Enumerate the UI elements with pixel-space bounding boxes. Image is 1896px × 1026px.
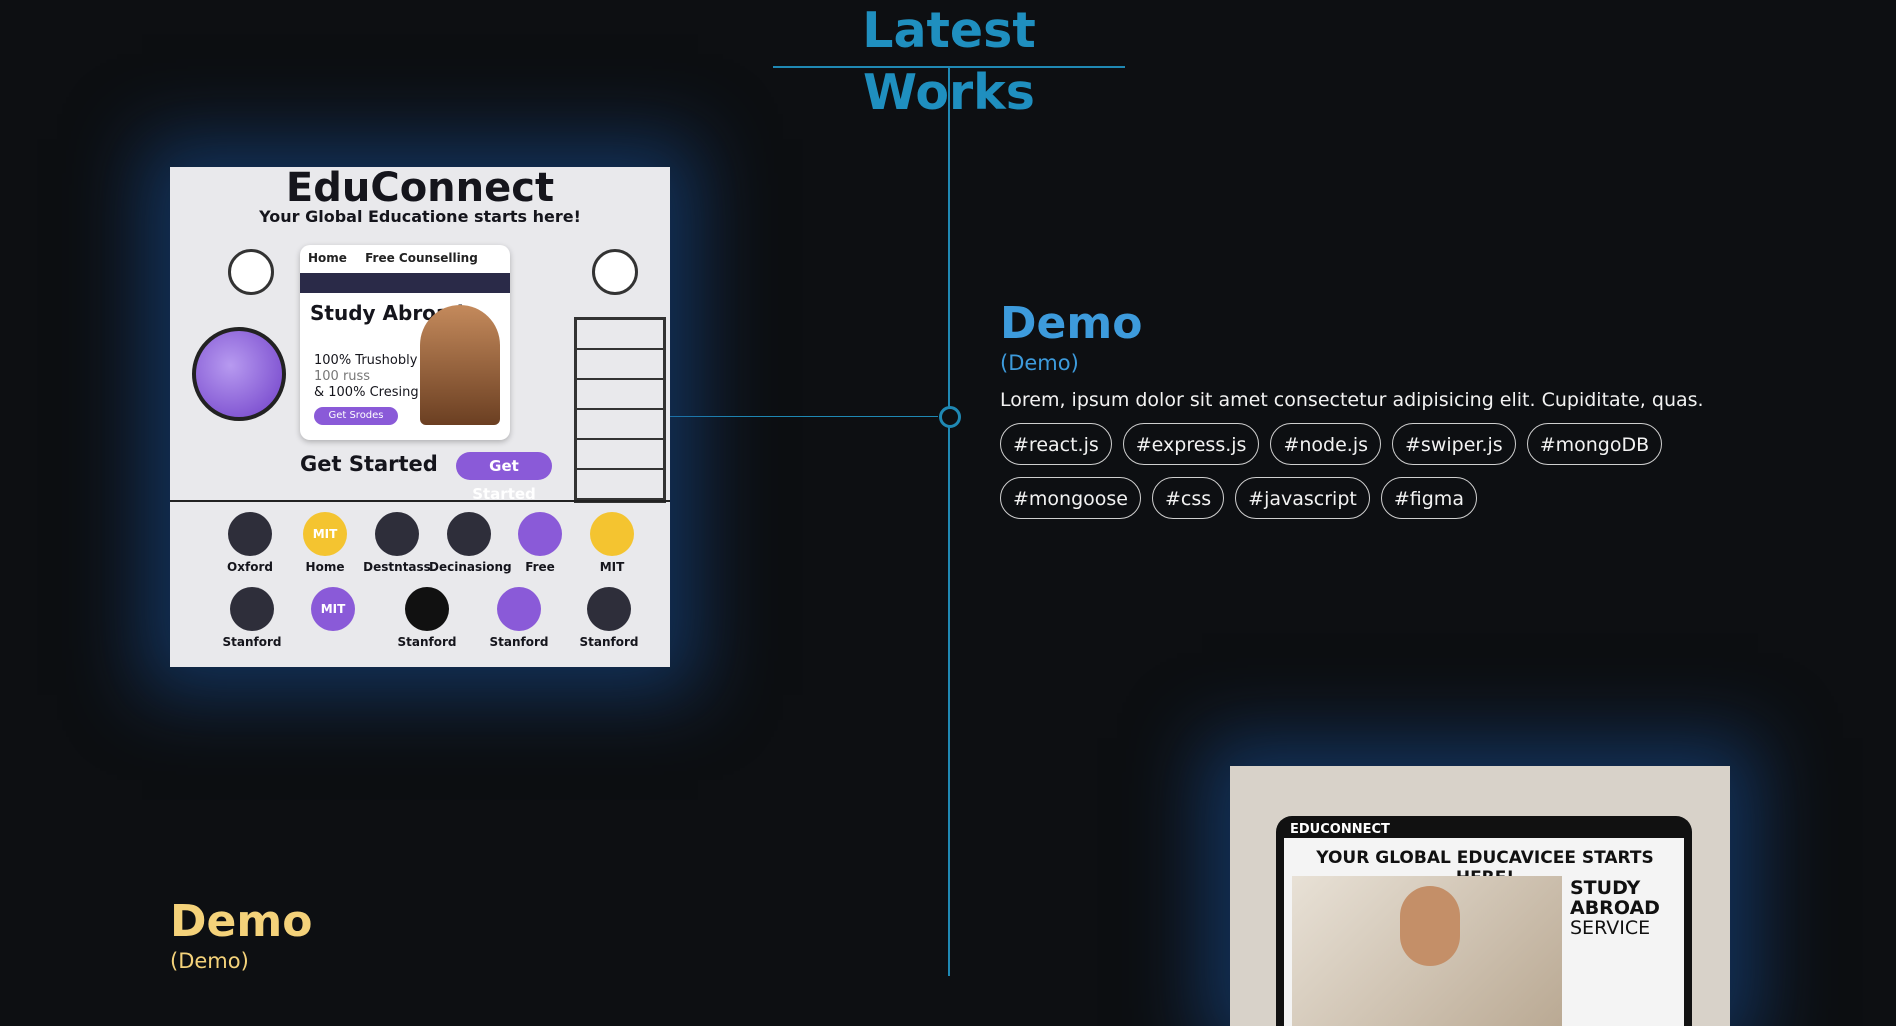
university-icon (590, 512, 634, 556)
thumb-cta: Get Started (300, 452, 438, 476)
thumb2-side-line: ABROAD (1570, 897, 1660, 919)
tag-pill[interactable]: #express.js (1122, 423, 1260, 465)
timeline-connector (670, 416, 938, 417)
thumb2-side-line: SERVICE (1570, 917, 1651, 939)
university-label: Stanford (222, 635, 282, 649)
timeline-node (939, 406, 961, 428)
university-label: Stanford (579, 635, 639, 649)
thumb-nav-home: Home (308, 251, 347, 265)
university-label: Stanford (397, 635, 457, 649)
university-label: Oxford (227, 560, 273, 574)
project-title[interactable]: Demo (170, 895, 312, 949)
project-subtitle: (Demo) (1000, 351, 1079, 375)
tag-pill[interactable]: #javascript (1235, 477, 1370, 519)
tag-pill[interactable]: #mongoDB (1526, 423, 1663, 465)
project-title[interactable]: Demo (1000, 297, 1760, 351)
project-description: Lorem, ipsum dolor sit amet consectetur … (1000, 389, 1704, 411)
thumb-cta-button: Get Started (456, 452, 552, 503)
globe-icon (192, 327, 286, 421)
university-label: Stanford (489, 635, 549, 649)
thumb2-side-line: STUDY (1570, 877, 1641, 899)
thumb-bar (300, 273, 510, 293)
thumb-divider (170, 500, 670, 502)
bookshelf-image (574, 317, 666, 503)
project-tags: #react.js #express.js #node.js #swiper.js #m… (1000, 423, 1700, 519)
student-face (1400, 886, 1460, 966)
university-label: MIT (599, 560, 625, 574)
thumb-line: 100 russ (314, 369, 371, 384)
thumb-line: 100% Trushobly (314, 353, 418, 368)
university-icon: MIT (303, 512, 347, 556)
university-icon (497, 587, 541, 631)
university-label: Destntass (363, 560, 431, 574)
section-title: Latest Works (773, 0, 1125, 121)
student-image (420, 305, 500, 425)
university-icon (587, 587, 631, 631)
thumb2-side-text: STUDY ABROAD SERVICE (1570, 878, 1660, 938)
university-icon: MIT (311, 587, 355, 631)
tag-pill[interactable]: #css (1152, 477, 1225, 519)
thumb-nav-counselling: Free Counselling (365, 251, 478, 265)
thumb-tagline: Your Global Educatione starts here! (259, 207, 581, 226)
university-icon (375, 512, 419, 556)
university-label: Home (305, 560, 345, 574)
university-icon (518, 512, 562, 556)
project-subtitle: (Demo) (170, 949, 249, 973)
project-thumbnail-1[interactable]: EduConnect Your Global Educatione starts… (170, 167, 670, 667)
project-thumbnail-2[interactable]: EDUCONNECT YOUR GLOBAL EDUCAVICEE STARTS… (1230, 766, 1730, 1026)
tag-pill[interactable]: #react.js (1000, 423, 1112, 465)
tag-pill[interactable]: #mongoose (1000, 477, 1141, 519)
university-icon (447, 512, 491, 556)
thumb-hero-button: Get Srodes (314, 407, 398, 425)
university-icon (230, 587, 274, 631)
thumb-brand: EduConnect (285, 167, 555, 211)
tag-pill[interactable]: #swiper.js (1392, 423, 1516, 465)
project-info-1: Demo (Demo) Lorem, ipsum dolor sit amet … (1000, 297, 1760, 519)
university-icon (228, 512, 272, 556)
university-label: Free (525, 560, 555, 574)
project-info-2: Demo (Demo) (170, 895, 312, 975)
thumb-hero-lines: 100% Trushobly 100 russ & 100% Cresing! (314, 353, 424, 401)
university-label: Decinasiong (429, 560, 512, 574)
thumb-line: & 100% Cresing! (314, 385, 424, 400)
thumb-nav: Home Free Counselling (308, 251, 502, 269)
tag-pill[interactable]: #node.js (1270, 423, 1382, 465)
tag-pill[interactable]: #figma (1380, 477, 1477, 519)
timeline-line (948, 66, 950, 976)
thumb2-brand: EDUCONNECT (1290, 822, 1390, 837)
university-icon (405, 587, 449, 631)
clock-icon (592, 249, 638, 295)
clock-icon (228, 249, 274, 295)
thumb-card: Home Free Counselling Study Abroad 100% … (300, 245, 510, 440)
